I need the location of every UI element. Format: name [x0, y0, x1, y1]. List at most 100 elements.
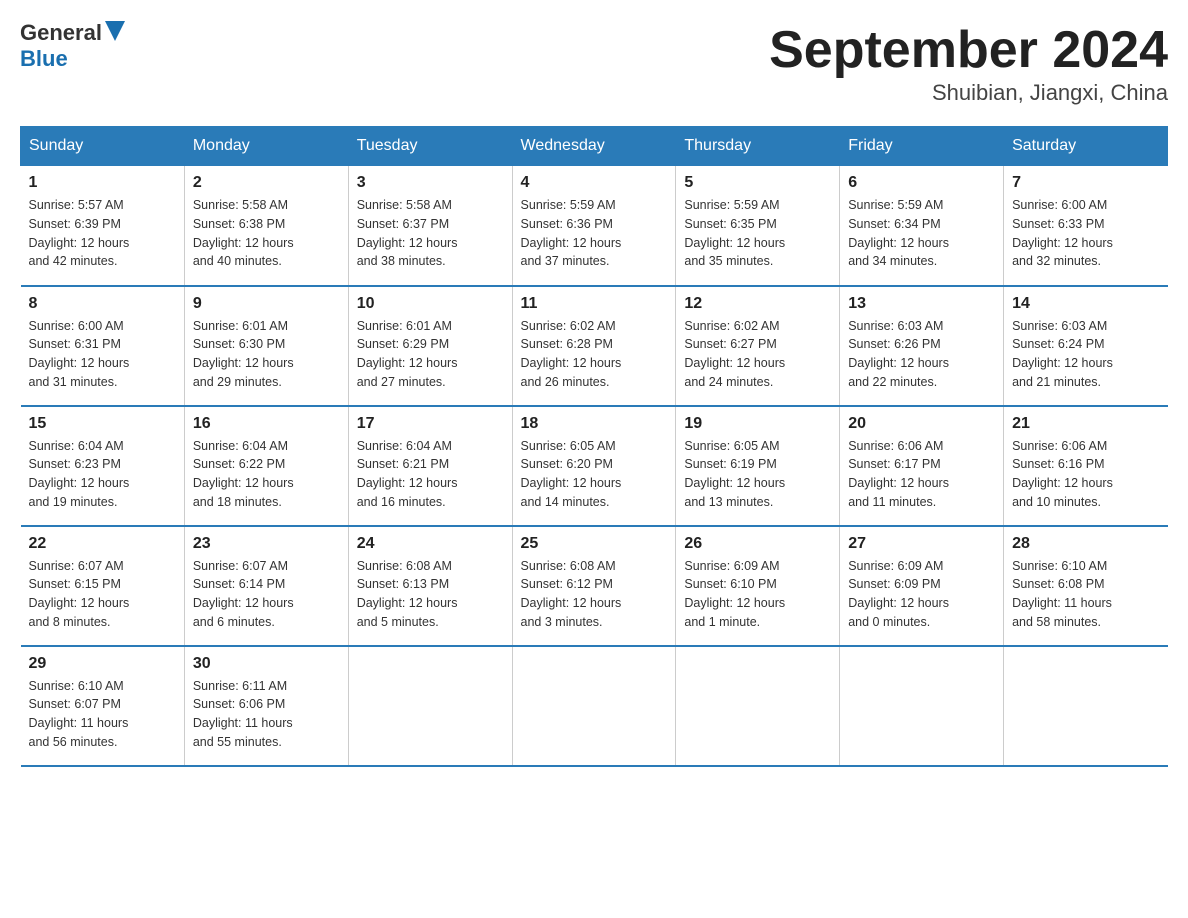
day-number: 28: [1012, 535, 1159, 553]
table-row: 6 Sunrise: 5:59 AMSunset: 6:34 PMDayligh…: [840, 166, 1004, 286]
day-info: Sunrise: 6:09 AMSunset: 6:09 PMDaylight:…: [848, 559, 949, 629]
day-number: 19: [684, 415, 831, 433]
page-header: General Blue September 2024 Shuibian, Ji…: [20, 20, 1168, 106]
header-friday: Friday: [840, 127, 1004, 166]
table-row: 14 Sunrise: 6:03 AMSunset: 6:24 PMDaylig…: [1004, 286, 1168, 406]
calendar-week-row: 8 Sunrise: 6:00 AMSunset: 6:31 PMDayligh…: [21, 286, 1168, 406]
calendar-week-row: 1 Sunrise: 5:57 AMSunset: 6:39 PMDayligh…: [21, 166, 1168, 286]
day-number: 2: [193, 174, 340, 192]
day-info: Sunrise: 6:10 AMSunset: 6:08 PMDaylight:…: [1012, 559, 1112, 629]
day-number: 29: [29, 655, 176, 673]
table-row: [512, 646, 676, 766]
day-info: Sunrise: 6:06 AMSunset: 6:16 PMDaylight:…: [1012, 439, 1113, 509]
table-row: 12 Sunrise: 6:02 AMSunset: 6:27 PMDaylig…: [676, 286, 840, 406]
day-info: Sunrise: 5:58 AMSunset: 6:37 PMDaylight:…: [357, 198, 458, 268]
calendar-week-row: 15 Sunrise: 6:04 AMSunset: 6:23 PMDaylig…: [21, 406, 1168, 526]
day-info: Sunrise: 6:11 AMSunset: 6:06 PMDaylight:…: [193, 679, 293, 749]
table-row: 29 Sunrise: 6:10 AMSunset: 6:07 PMDaylig…: [21, 646, 185, 766]
day-info: Sunrise: 6:04 AMSunset: 6:21 PMDaylight:…: [357, 439, 458, 509]
day-number: 21: [1012, 415, 1159, 433]
day-number: 17: [357, 415, 504, 433]
table-row: 24 Sunrise: 6:08 AMSunset: 6:13 PMDaylig…: [348, 526, 512, 646]
day-info: Sunrise: 6:02 AMSunset: 6:28 PMDaylight:…: [521, 319, 622, 389]
logo: General Blue: [20, 20, 125, 72]
day-info: Sunrise: 6:00 AMSunset: 6:31 PMDaylight:…: [29, 319, 130, 389]
header-wednesday: Wednesday: [512, 127, 676, 166]
day-info: Sunrise: 6:07 AMSunset: 6:14 PMDaylight:…: [193, 559, 294, 629]
day-info: Sunrise: 6:06 AMSunset: 6:17 PMDaylight:…: [848, 439, 949, 509]
table-row: 20 Sunrise: 6:06 AMSunset: 6:17 PMDaylig…: [840, 406, 1004, 526]
day-info: Sunrise: 6:05 AMSunset: 6:20 PMDaylight:…: [521, 439, 622, 509]
logo-triangle-icon: [105, 21, 125, 43]
day-info: Sunrise: 6:01 AMSunset: 6:29 PMDaylight:…: [357, 319, 458, 389]
day-info: Sunrise: 6:08 AMSunset: 6:13 PMDaylight:…: [357, 559, 458, 629]
day-info: Sunrise: 6:04 AMSunset: 6:22 PMDaylight:…: [193, 439, 294, 509]
table-row: 10 Sunrise: 6:01 AMSunset: 6:29 PMDaylig…: [348, 286, 512, 406]
day-number: 26: [684, 535, 831, 553]
table-row: 15 Sunrise: 6:04 AMSunset: 6:23 PMDaylig…: [21, 406, 185, 526]
day-number: 9: [193, 295, 340, 313]
table-row: 26 Sunrise: 6:09 AMSunset: 6:10 PMDaylig…: [676, 526, 840, 646]
day-info: Sunrise: 6:09 AMSunset: 6:10 PMDaylight:…: [684, 559, 785, 629]
day-info: Sunrise: 6:10 AMSunset: 6:07 PMDaylight:…: [29, 679, 129, 749]
table-row: 5 Sunrise: 5:59 AMSunset: 6:35 PMDayligh…: [676, 166, 840, 286]
day-number: 5: [684, 174, 831, 192]
table-row: 21 Sunrise: 6:06 AMSunset: 6:16 PMDaylig…: [1004, 406, 1168, 526]
day-number: 6: [848, 174, 995, 192]
day-info: Sunrise: 6:04 AMSunset: 6:23 PMDaylight:…: [29, 439, 130, 509]
day-number: 13: [848, 295, 995, 313]
table-row: 2 Sunrise: 5:58 AMSunset: 6:38 PMDayligh…: [184, 166, 348, 286]
day-info: Sunrise: 5:59 AMSunset: 6:34 PMDaylight:…: [848, 198, 949, 268]
table-row: 27 Sunrise: 6:09 AMSunset: 6:09 PMDaylig…: [840, 526, 1004, 646]
day-number: 14: [1012, 295, 1159, 313]
table-row: 30 Sunrise: 6:11 AMSunset: 6:06 PMDaylig…: [184, 646, 348, 766]
header-thursday: Thursday: [676, 127, 840, 166]
day-number: 20: [848, 415, 995, 433]
table-row: 17 Sunrise: 6:04 AMSunset: 6:21 PMDaylig…: [348, 406, 512, 526]
table-row: 7 Sunrise: 6:00 AMSunset: 6:33 PMDayligh…: [1004, 166, 1168, 286]
day-info: Sunrise: 6:00 AMSunset: 6:33 PMDaylight:…: [1012, 198, 1113, 268]
day-number: 18: [521, 415, 668, 433]
day-number: 25: [521, 535, 668, 553]
table-row: 19 Sunrise: 6:05 AMSunset: 6:19 PMDaylig…: [676, 406, 840, 526]
day-info: Sunrise: 5:57 AMSunset: 6:39 PMDaylight:…: [29, 198, 130, 268]
day-number: 8: [29, 295, 176, 313]
day-info: Sunrise: 5:58 AMSunset: 6:38 PMDaylight:…: [193, 198, 294, 268]
table-row: [840, 646, 1004, 766]
location-text: Shuibian, Jiangxi, China: [769, 80, 1168, 106]
day-number: 11: [521, 295, 668, 313]
calendar-table: Sunday Monday Tuesday Wednesday Thursday…: [20, 126, 1168, 767]
day-number: 15: [29, 415, 176, 433]
table-row: 16 Sunrise: 6:04 AMSunset: 6:22 PMDaylig…: [184, 406, 348, 526]
day-number: 24: [357, 535, 504, 553]
table-row: 13 Sunrise: 6:03 AMSunset: 6:26 PMDaylig…: [840, 286, 1004, 406]
day-info: Sunrise: 6:07 AMSunset: 6:15 PMDaylight:…: [29, 559, 130, 629]
calendar-week-row: 29 Sunrise: 6:10 AMSunset: 6:07 PMDaylig…: [21, 646, 1168, 766]
header-saturday: Saturday: [1004, 127, 1168, 166]
table-row: 18 Sunrise: 6:05 AMSunset: 6:20 PMDaylig…: [512, 406, 676, 526]
table-row: 28 Sunrise: 6:10 AMSunset: 6:08 PMDaylig…: [1004, 526, 1168, 646]
header-tuesday: Tuesday: [348, 127, 512, 166]
day-number: 22: [29, 535, 176, 553]
table-row: 22 Sunrise: 6:07 AMSunset: 6:15 PMDaylig…: [21, 526, 185, 646]
title-block: September 2024 Shuibian, Jiangxi, China: [769, 20, 1168, 106]
calendar-header-row: Sunday Monday Tuesday Wednesday Thursday…: [21, 127, 1168, 166]
day-number: 12: [684, 295, 831, 313]
table-row: 1 Sunrise: 5:57 AMSunset: 6:39 PMDayligh…: [21, 166, 185, 286]
calendar-week-row: 22 Sunrise: 6:07 AMSunset: 6:15 PMDaylig…: [21, 526, 1168, 646]
day-info: Sunrise: 5:59 AMSunset: 6:36 PMDaylight:…: [521, 198, 622, 268]
table-row: [348, 646, 512, 766]
day-info: Sunrise: 6:03 AMSunset: 6:26 PMDaylight:…: [848, 319, 949, 389]
table-row: 23 Sunrise: 6:07 AMSunset: 6:14 PMDaylig…: [184, 526, 348, 646]
table-row: 4 Sunrise: 5:59 AMSunset: 6:36 PMDayligh…: [512, 166, 676, 286]
day-number: 27: [848, 535, 995, 553]
day-info: Sunrise: 5:59 AMSunset: 6:35 PMDaylight:…: [684, 198, 785, 268]
table-row: 25 Sunrise: 6:08 AMSunset: 6:12 PMDaylig…: [512, 526, 676, 646]
day-info: Sunrise: 6:02 AMSunset: 6:27 PMDaylight:…: [684, 319, 785, 389]
day-number: 23: [193, 535, 340, 553]
table-row: 9 Sunrise: 6:01 AMSunset: 6:30 PMDayligh…: [184, 286, 348, 406]
day-number: 16: [193, 415, 340, 433]
logo-general-text: General: [20, 20, 102, 46]
day-number: 7: [1012, 174, 1159, 192]
day-number: 1: [29, 174, 176, 192]
